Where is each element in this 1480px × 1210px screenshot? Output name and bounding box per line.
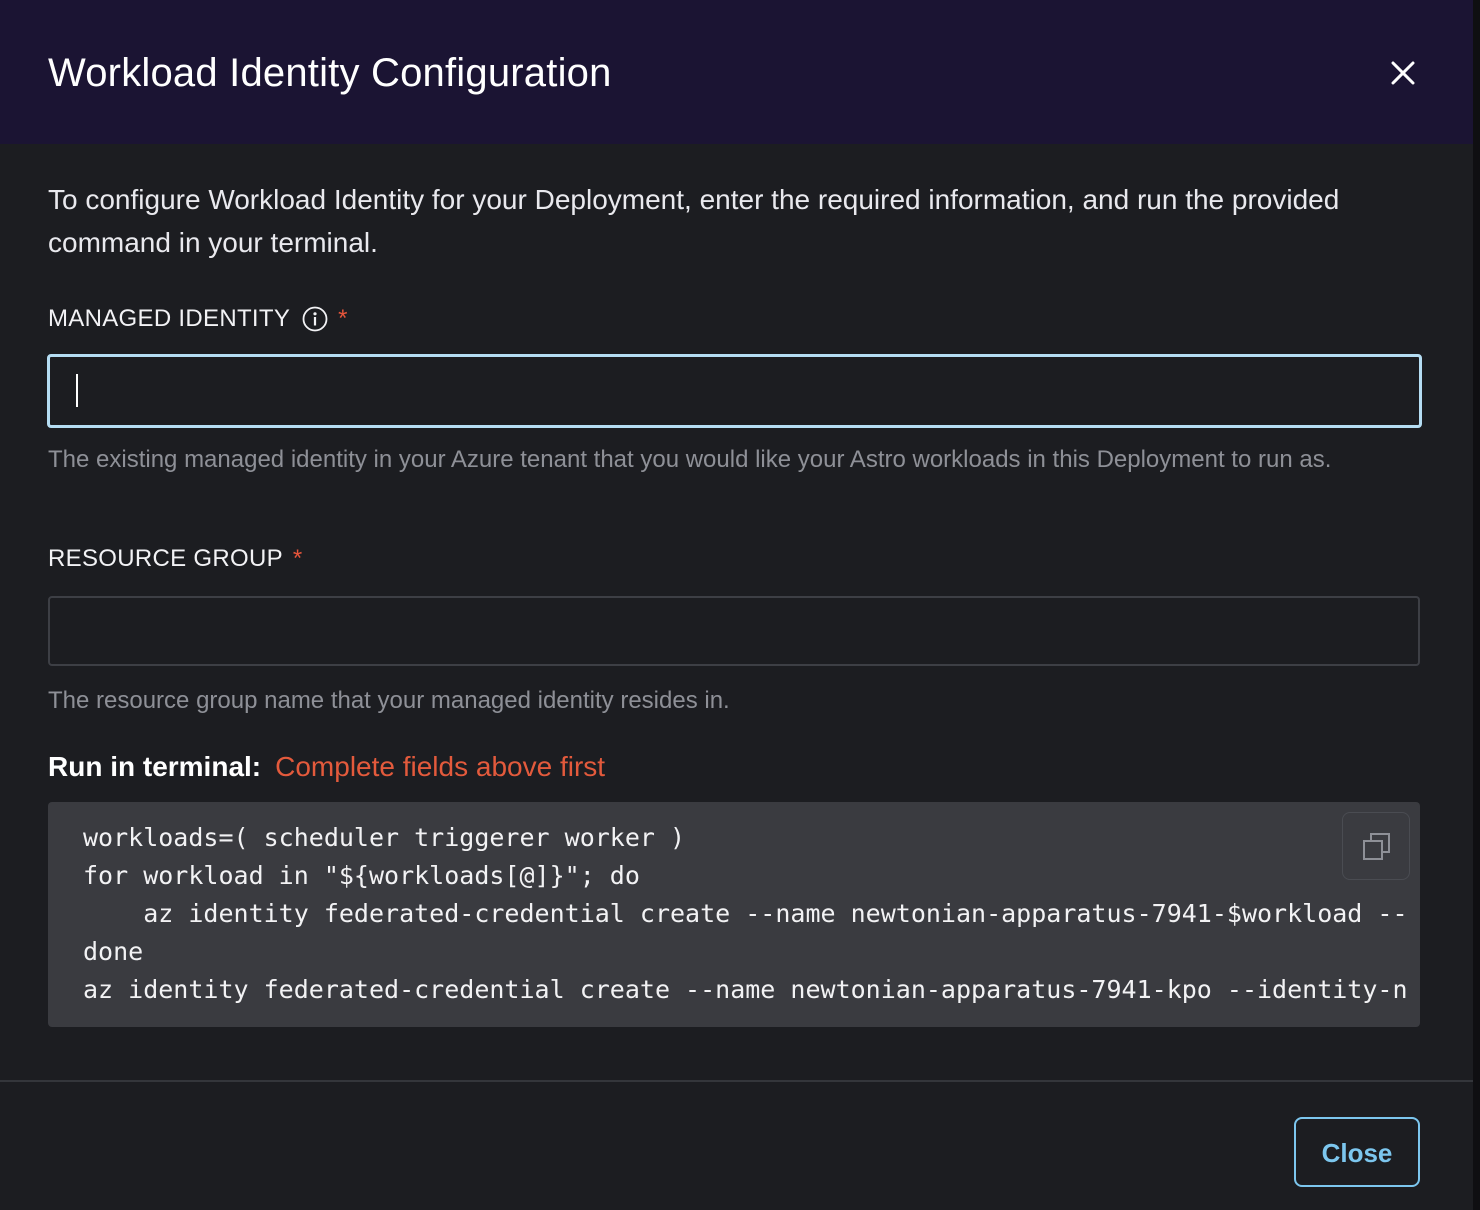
run-in-terminal-row: Run in terminal: Complete fields above fi… bbox=[48, 748, 605, 786]
background-page-edge bbox=[1473, 0, 1480, 1210]
code-line: for workload in "${workloads[@]}"; do bbox=[83, 861, 640, 890]
managed-identity-help: The existing managed identity in your Az… bbox=[48, 446, 1332, 473]
required-asterisk: * bbox=[292, 545, 303, 572]
dialog-intro-text: To configure Workload Identity for your … bbox=[48, 184, 1340, 258]
resource-group-help: The resource group name that your manage… bbox=[48, 687, 730, 714]
code-line: done bbox=[83, 937, 144, 966]
resource-group-input[interactable] bbox=[48, 596, 1420, 666]
copy-button[interactable] bbox=[1342, 812, 1410, 880]
run-in-terminal-label: Run in terminal: bbox=[48, 751, 262, 782]
code-line: az identity federated-credential create … bbox=[83, 899, 1408, 928]
info-icon[interactable] bbox=[302, 306, 328, 332]
complete-fields-warning: Complete fields above first bbox=[275, 751, 606, 782]
close-icon[interactable] bbox=[1383, 53, 1423, 93]
resource-group-label: RESOURCE GROUP * bbox=[48, 544, 303, 574]
copy-icon bbox=[1363, 833, 1390, 860]
footer-divider bbox=[0, 1080, 1473, 1082]
managed-identity-input[interactable] bbox=[47, 354, 1422, 428]
terminal-command-lines: workloads=( scheduler triggerer worker )… bbox=[83, 819, 1408, 1009]
managed-identity-label-text: MANAGED IDENTITY bbox=[48, 305, 291, 332]
managed-identity-label: MANAGED IDENTITY * bbox=[48, 304, 348, 334]
dialog-title: Workload Identity Configuration bbox=[48, 51, 612, 95]
code-line: az identity federated-credential create … bbox=[83, 975, 1408, 1004]
workload-identity-dialog: Workload Identity Configuration To confi… bbox=[0, 0, 1473, 1210]
dialog-header: Workload Identity Configuration bbox=[0, 0, 1473, 144]
resource-group-label-text: RESOURCE GROUP bbox=[48, 545, 283, 572]
required-asterisk: * bbox=[338, 305, 348, 332]
terminal-command-block[interactable]: workloads=( scheduler triggerer worker )… bbox=[48, 802, 1420, 1027]
close-button[interactable]: Close bbox=[1294, 1117, 1420, 1187]
code-line: workloads=( scheduler triggerer worker ) bbox=[83, 823, 686, 852]
text-caret bbox=[76, 374, 78, 407]
